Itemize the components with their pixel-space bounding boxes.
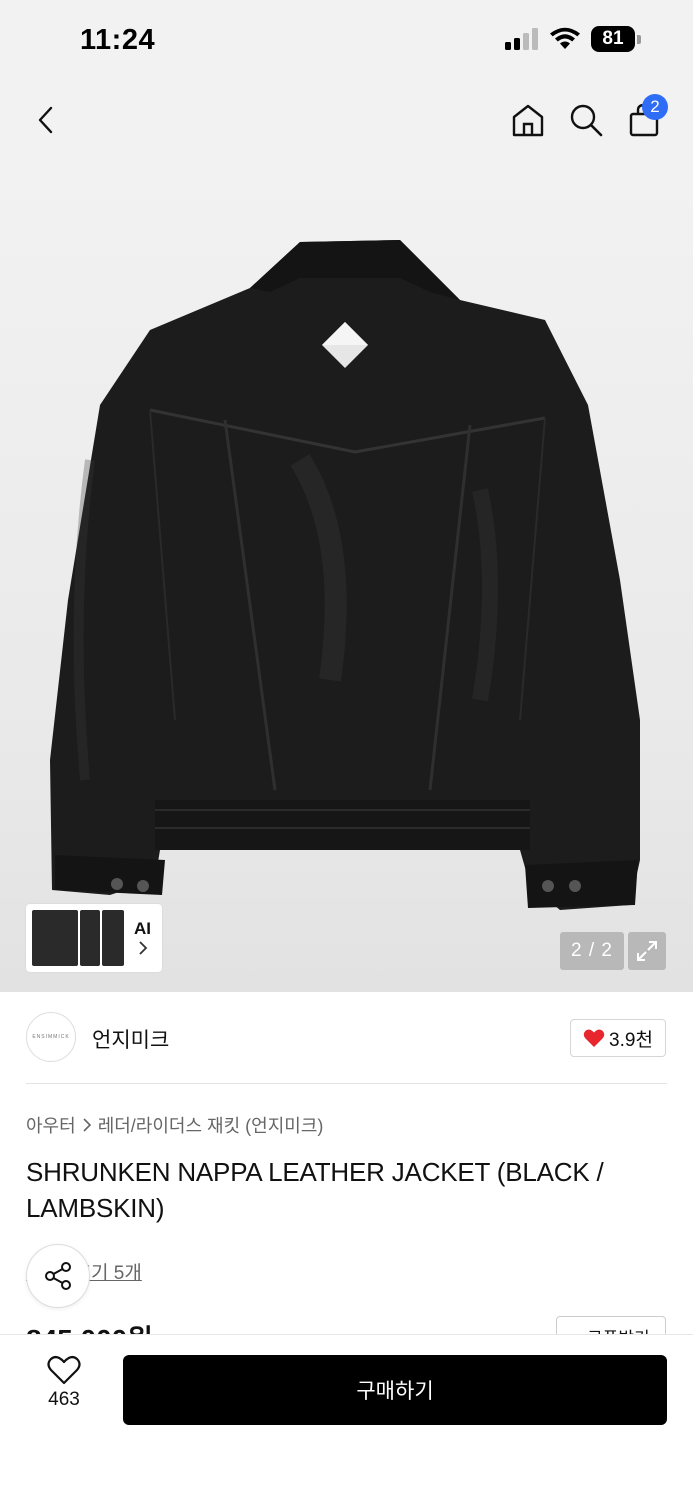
battery-level: 81 (591, 26, 635, 52)
product-title: SHRUNKEN NAPPA LEATHER JACKET (BLACK / L… (26, 1157, 604, 1223)
wishlist-count: 463 (48, 1389, 80, 1410)
ai-label: AI (134, 918, 151, 938)
chevron-left-icon (38, 106, 53, 134)
status-time: 11:24 (80, 24, 156, 56)
home-icon (512, 104, 544, 137)
top-nav: 2 (0, 80, 693, 160)
back-button[interactable] (24, 98, 68, 142)
brand-name[interactable]: 언지미크 (92, 1024, 169, 1054)
battery-icon: 81 (591, 26, 641, 52)
bottom-action-bar: 463 구매하기 (0, 1334, 693, 1500)
home-button[interactable] (506, 98, 550, 142)
search-button[interactable] (564, 98, 608, 142)
heart-filled-icon (583, 1029, 605, 1047)
breadcrumb-child[interactable]: 레더/라이더스 재킷 (언지미크) (98, 1112, 324, 1138)
product-image (50, 240, 640, 910)
status-bar: 11:24 81 (0, 0, 693, 80)
share-icon (45, 1262, 71, 1290)
brand-row: ENSIMMICK 언지미크 3.9천 (0, 992, 693, 1084)
product-image-gallery[interactable]: AI 2 / 2 (0, 160, 693, 992)
chevron-right-icon (83, 1118, 91, 1132)
cart-count-badge: 2 (642, 94, 668, 120)
chevron-right-icon (138, 941, 147, 955)
ai-thumbnail-image (32, 910, 124, 966)
cart-button[interactable]: 2 (622, 94, 668, 142)
expand-icon (637, 941, 657, 961)
ai-similar-products-card[interactable]: AI (26, 904, 162, 972)
image-page-indicator: 2 / 2 (560, 932, 624, 970)
brand-like-button[interactable]: 3.9천 (570, 1019, 666, 1057)
breadcrumb-parent[interactable]: 아우터 (26, 1112, 76, 1138)
brand-like-count: 3.9천 (609, 1029, 653, 1051)
divider (26, 1083, 667, 1084)
signal-icon (505, 28, 538, 50)
wifi-icon (550, 27, 580, 49)
breadcrumb: 아우터 레더/라이더스 재킷 (언지미크) (26, 1112, 323, 1138)
search-icon (570, 104, 603, 137)
expand-image-button[interactable] (628, 932, 666, 970)
wishlist-button[interactable]: 463 (30, 1355, 98, 1411)
status-icons: 81 (505, 26, 641, 52)
buy-button[interactable]: 구매하기 (123, 1355, 667, 1425)
heart-outline-icon (47, 1355, 81, 1385)
share-button[interactable] (26, 1244, 90, 1308)
brand-logo[interactable]: ENSIMMICK (26, 1012, 76, 1062)
